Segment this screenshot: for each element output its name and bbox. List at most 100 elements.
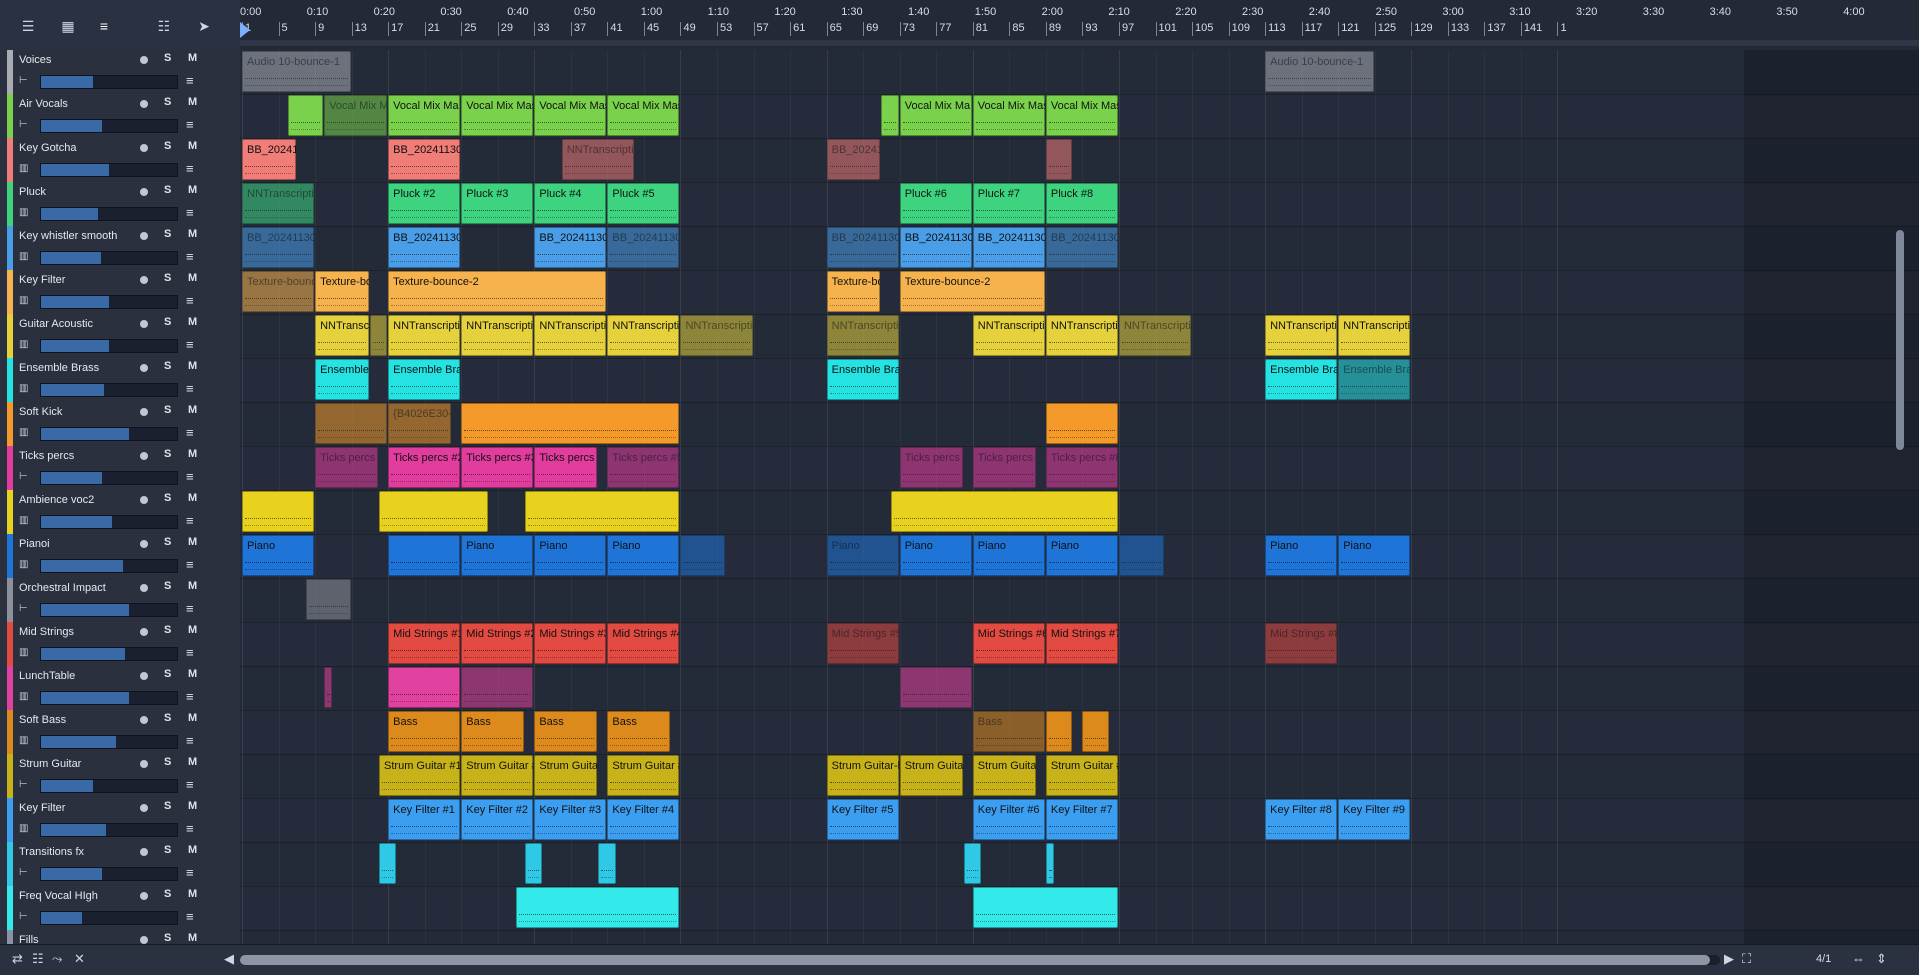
track-menu-icon[interactable]: ≡ [186,337,194,352]
track-color-strip[interactable] [7,402,13,446]
solo-button[interactable]: S [164,888,171,900]
track-name[interactable]: Pluck [19,186,139,198]
clip[interactable]: Piano [242,535,315,576]
record-arm-button[interactable] [140,628,148,636]
track-menu-icon[interactable]: ≡ [186,821,194,836]
record-arm-button[interactable] [140,540,148,548]
track-menu-icon[interactable]: ≡ [186,161,194,176]
record-arm-button[interactable] [140,276,148,284]
clip[interactable] [315,403,388,444]
clip[interactable]: Texture-bounce- [242,271,315,312]
clip[interactable]: Ticks percs #6 [899,447,963,488]
volume-slider[interactable] [40,295,178,309]
record-arm-button[interactable] [140,936,148,944]
track-color-strip[interactable] [7,182,13,226]
solo-button[interactable]: S [164,228,171,240]
track-color-strip[interactable] [7,622,13,666]
clip[interactable]: Bass [972,711,1045,752]
zoom-vertical-icon[interactable]: ⇕ [1876,951,1887,967]
track-header[interactable]: LunchTable S M ▥ ≡ [0,666,240,711]
track-menu-icon[interactable]: ≡ [186,865,194,880]
solo-button[interactable]: S [164,492,171,504]
clip[interactable]: Texture-bou [315,271,369,312]
track-header[interactable]: Ensemble Brass S M ▥ ≡ [0,358,240,403]
record-arm-button[interactable] [140,408,148,416]
clip[interactable]: NNTranscription [388,315,461,356]
clip[interactable] [972,887,1118,928]
record-arm-button[interactable] [140,848,148,856]
record-arm-button[interactable] [140,232,148,240]
volume-slider[interactable] [40,119,178,133]
clip[interactable]: BB_20241130TC [826,227,899,268]
track-name[interactable]: Pianoi [19,538,139,550]
volume-slider[interactable] [40,779,178,793]
solo-button[interactable]: S [164,404,171,416]
clip[interactable]: Ticks percs #4 [534,447,598,488]
record-arm-button[interactable] [140,100,148,108]
track-color-strip[interactable] [7,754,13,798]
clip[interactable]: Texture-bounce-2 [388,271,607,312]
clip[interactable]: Ticks percs #8 [1045,447,1118,488]
clip[interactable]: Bass [388,711,461,752]
track-header[interactable]: Ticks percs S M ⊢ ≡ [0,446,240,491]
volume-slider[interactable] [40,867,178,881]
clip[interactable]: Ticks percs #1 [315,447,379,488]
record-arm-button[interactable] [140,188,148,196]
record-arm-button[interactable] [140,584,148,592]
mute-button[interactable]: M [188,756,197,768]
clip[interactable]: Ticks percs #5 [607,447,680,488]
record-arm-button[interactable] [140,760,148,768]
solo-button[interactable]: S [164,52,171,64]
track-name[interactable]: Voices [19,54,139,66]
clip[interactable]: NNTranscription [561,139,634,180]
record-arm-button[interactable] [140,144,148,152]
clip[interactable]: Vocal Mix Ma [388,95,461,136]
clip[interactable]: Vocal Mix M [324,95,388,136]
clip[interactable] [525,843,543,884]
track-color-strip[interactable] [7,94,13,138]
track-menu-icon[interactable]: ≡ [186,557,194,572]
clip[interactable]: Mid Strings #8 [1265,623,1338,664]
track-header[interactable]: Guitar Acoustic S M ▥ ≡ [0,314,240,359]
track-header[interactable]: Air Vocals S M ⊢ ≡ [0,94,240,139]
clip[interactable]: Ensemble Brass [388,359,461,400]
volume-slider[interactable] [40,603,178,617]
loop-range-bar[interactable] [240,40,1919,46]
track-color-strip[interactable] [7,358,13,402]
track-header[interactable]: Soft Bass S M ▥ ≡ [0,710,240,755]
scroll-right-icon[interactable]: ▶ [1724,951,1734,967]
clip[interactable]: NNTranscription [1265,315,1338,356]
track-list-menu-icon[interactable]: ☰ [14,14,42,38]
mute-button[interactable]: M [188,580,197,592]
clip[interactable]: Pluck #7 [972,183,1045,224]
clip[interactable]: Vocal Mix Maste [972,95,1045,136]
track-color-strip[interactable] [7,578,13,622]
volume-slider[interactable] [40,559,178,573]
mute-button[interactable]: M [188,360,197,372]
clip[interactable] [516,887,680,928]
track-name[interactable]: Key Gotcha [19,142,139,154]
track-name[interactable]: Key whistler smooth [19,230,139,242]
track-lane[interactable] [240,578,1919,623]
track-name[interactable]: Soft Kick [19,406,139,418]
clip[interactable]: Vocal Mix Maste [461,95,534,136]
track-color-strip[interactable] [7,930,13,944]
clip[interactable] [525,491,680,532]
track-header[interactable]: Key Gotcha S M ▥ ≡ [0,138,240,183]
track-name[interactable]: Key Filter [19,274,139,286]
clip[interactable]: BB_20241 [826,139,881,180]
track-lane[interactable] [240,138,1919,183]
clip[interactable]: Ticks percs #2 [388,447,461,488]
clip[interactable]: NNTranscription [972,315,1045,356]
clip[interactable]: Strum Guitar #7 [972,755,1036,796]
volume-slider[interactable] [40,823,178,837]
clip[interactable]: Vocal Mix Ma [899,95,972,136]
clip[interactable] [388,667,461,708]
mute-button[interactable]: M [188,492,197,504]
track-color-strip[interactable] [7,226,13,270]
mute-button[interactable]: M [188,800,197,812]
clip[interactable]: Strum Guitar #4 [607,755,680,796]
vertical-scrollbar[interactable] [1896,230,1904,450]
track-menu-icon[interactable]: ≡ [186,601,194,616]
track-color-strip[interactable] [7,446,13,490]
